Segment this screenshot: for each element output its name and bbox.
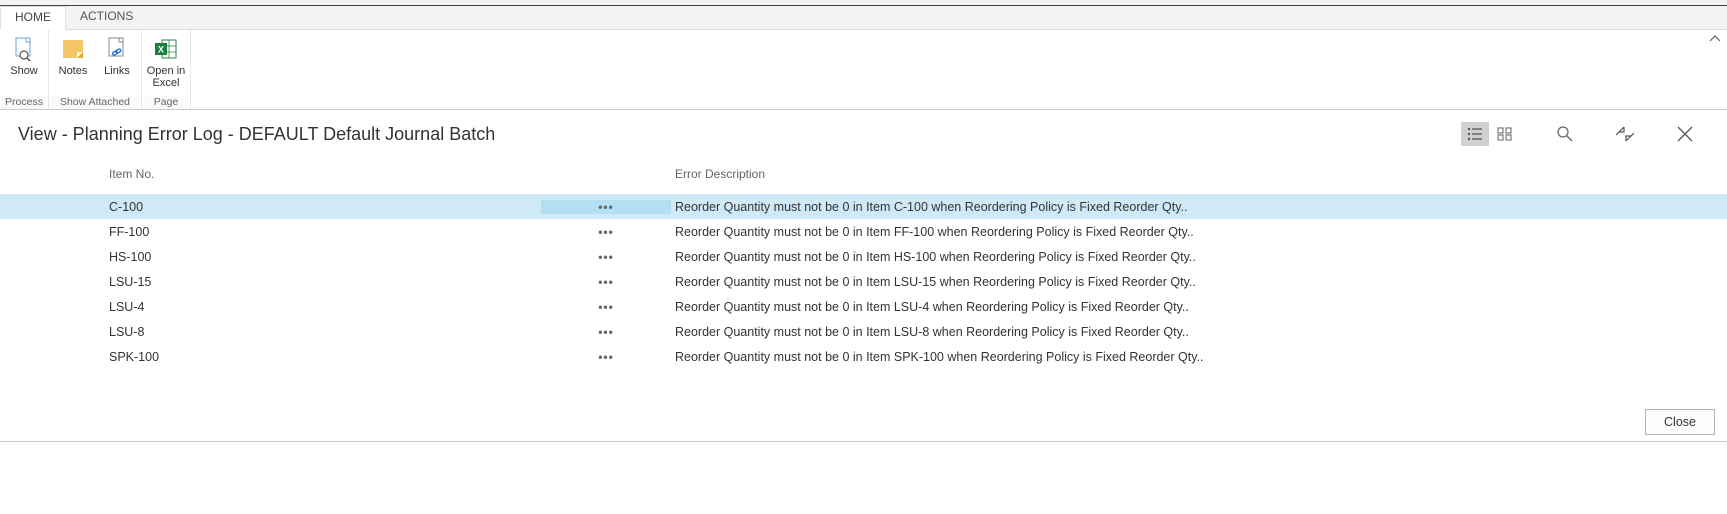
cell-item-no[interactable]: HS-100 [107,250,541,264]
grid-row[interactable]: LSU-8 ••• Reorder Quantity must not be 0 i… [0,319,1727,344]
grid-row[interactable]: HS-100 ••• Reorder Quantity must not be 0 … [0,244,1727,269]
ribbon-group-label: Page [144,96,188,109]
row-actions-button[interactable]: ••• [541,225,671,239]
ribbon-group-label: Show Attached [51,96,139,109]
column-header-item-no[interactable]: Item No. [107,167,541,181]
cell-item-no[interactable]: SPK-100 [107,350,541,364]
ribbon-button-links[interactable]: Links [95,32,139,96]
ellipsis-icon: ••• [598,350,614,364]
ribbon-tab-home[interactable]: HOME [0,6,66,30]
ellipsis-icon: ••• [598,225,614,239]
grid-row[interactable]: C-100 ••• Reorder Quantity must not be 0 i… [0,194,1727,219]
svg-text:X: X [158,45,164,55]
page-title: View - Planning Error Log - DEFAULT Defa… [18,124,1459,145]
page-magnify-icon [11,36,37,62]
cell-error-description: Reorder Quantity must not be 0 in Item H… [671,250,1727,264]
grid-row[interactable]: LSU-4 ••• Reorder Quantity must not be 0 i… [0,294,1727,319]
search-icon[interactable] [1551,122,1579,146]
ellipsis-icon: ••• [598,200,614,214]
ribbon-collapse-icon[interactable] [1709,34,1721,47]
ribbon-button-label: Links [104,65,130,77]
grid-row[interactable]: SPK-100 ••• Reorder Quantity must not be 0… [0,344,1727,369]
cell-item-no[interactable]: LSU-4 [107,300,541,314]
ellipsis-icon: ••• [598,250,614,264]
ribbon-group-show-attached: Notes Links Show Attached [49,30,142,109]
row-actions-button[interactable]: ••• [541,250,671,264]
close-button[interactable]: Close [1645,409,1715,435]
ellipsis-icon: ••• [598,275,614,289]
collapse-icon[interactable] [1611,122,1639,146]
ribbon-button-label: Notes [59,65,88,77]
grid-row[interactable]: LSU-15 ••• Reorder Quantity must not be 0 … [0,269,1727,294]
error-log-grid: Item No. Error Description C-100 ••• Reord… [0,154,1727,369]
cell-error-description: Reorder Quantity must not be 0 in Item L… [671,300,1727,314]
ribbon-group-page: X Open in Excel Page [142,30,191,109]
ribbon-button-notes[interactable]: Notes [51,32,95,96]
grid-header-row: Item No. Error Description [0,154,1727,194]
footer-bar: Close [0,403,1727,442]
cell-error-description: Reorder Quantity must not be 0 in Item F… [671,225,1727,239]
row-actions-button[interactable]: ••• [541,200,671,214]
page-link-icon [104,36,130,62]
ribbon-button-label: Open in Excel [147,65,186,89]
cell-item-no[interactable]: C-100 [107,200,541,214]
cell-item-no[interactable]: LSU-15 [107,275,541,289]
column-header-error-description[interactable]: Error Description [671,167,1727,181]
row-actions-button[interactable]: ••• [541,275,671,289]
close-icon[interactable] [1671,122,1699,146]
ellipsis-icon: ••• [598,325,614,339]
cell-error-description: Reorder Quantity must not be 0 in Item L… [671,275,1727,289]
ribbon-content: Show Process Notes [0,30,1727,110]
row-actions-button[interactable]: ••• [541,300,671,314]
cell-item-no[interactable]: FF-100 [107,225,541,239]
ribbon-button-open-excel[interactable]: X Open in Excel [144,32,188,96]
ribbon-group-label: Process [2,96,46,109]
ribbon-tab-actions[interactable]: ACTIONS [66,6,147,30]
ellipsis-icon: ••• [598,300,614,314]
excel-icon: X [153,36,179,62]
ribbon-group-process: Show Process [0,30,49,109]
ribbon-button-label: Show [10,65,38,77]
ribbon-button-show[interactable]: Show [2,32,46,96]
ribbon-tab-bar: HOME ACTIONS [0,6,1727,30]
grid-row[interactable]: FF-100 ••• Reorder Quantity must not be 0 … [0,219,1727,244]
row-actions-button[interactable]: ••• [541,350,671,364]
cell-error-description: Reorder Quantity must not be 0 in Item L… [671,325,1727,339]
cell-error-description: Reorder Quantity must not be 0 in Item C… [671,200,1727,214]
row-actions-button[interactable]: ••• [541,325,671,339]
view-list-icon[interactable] [1461,122,1489,146]
note-icon [60,36,86,62]
cell-item-no[interactable]: LSU-8 [107,325,541,339]
cell-error-description: Reorder Quantity must not be 0 in Item S… [671,350,1727,364]
header-tools [1459,122,1709,146]
page-header: View - Planning Error Log - DEFAULT Defa… [0,110,1727,154]
view-tiles-icon[interactable] [1491,122,1519,146]
ribbon-tab-fill [147,6,1727,30]
